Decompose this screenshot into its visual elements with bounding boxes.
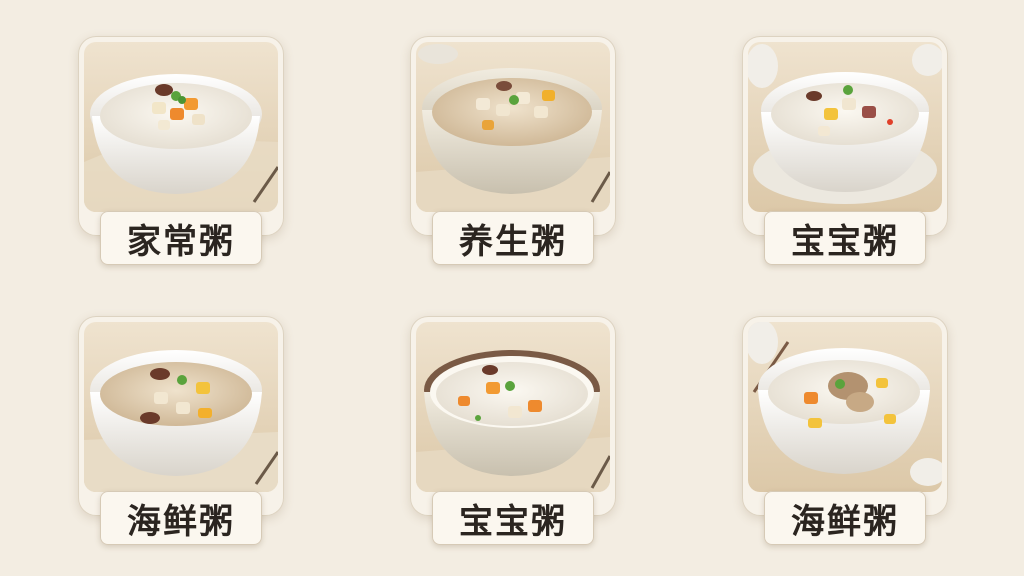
menu-card-health-congee[interactable]: 养生粥 (410, 36, 616, 265)
menu-card-baby-congee[interactable]: 宝宝粥 (742, 36, 948, 265)
congee-bowl-image (84, 322, 278, 492)
congee-bowl-image (416, 322, 610, 492)
menu-label-seafood-congee: 海鲜粥 (100, 491, 262, 545)
menu-card-baby-congee-2[interactable]: 宝宝粥 (410, 316, 616, 545)
menu-card-homestyle-congee[interactable]: 家常粥 (78, 36, 284, 265)
menu-card-seafood-congee[interactable]: 海鲜粥 (78, 316, 284, 545)
menu-label-seafood-congee-2: 海鲜粥 (764, 491, 926, 545)
congee-bowl-image (748, 42, 942, 212)
menu-label-baby-congee: 宝宝粥 (764, 211, 926, 265)
menu-label-homestyle-congee: 家常粥 (100, 211, 262, 265)
menu-label-baby-congee-2: 宝宝粥 (432, 491, 594, 545)
congee-menu-grid: 家常粥 养生粥 宝宝粥 海鲜粥 宝宝粥 海鲜粥 (0, 0, 1024, 576)
menu-label-health-congee: 养生粥 (432, 211, 594, 265)
congee-bowl-image (84, 42, 278, 212)
congee-bowl-image (748, 322, 942, 492)
congee-bowl-image (416, 42, 610, 212)
menu-card-seafood-congee-2[interactable]: 海鲜粥 (742, 316, 948, 545)
